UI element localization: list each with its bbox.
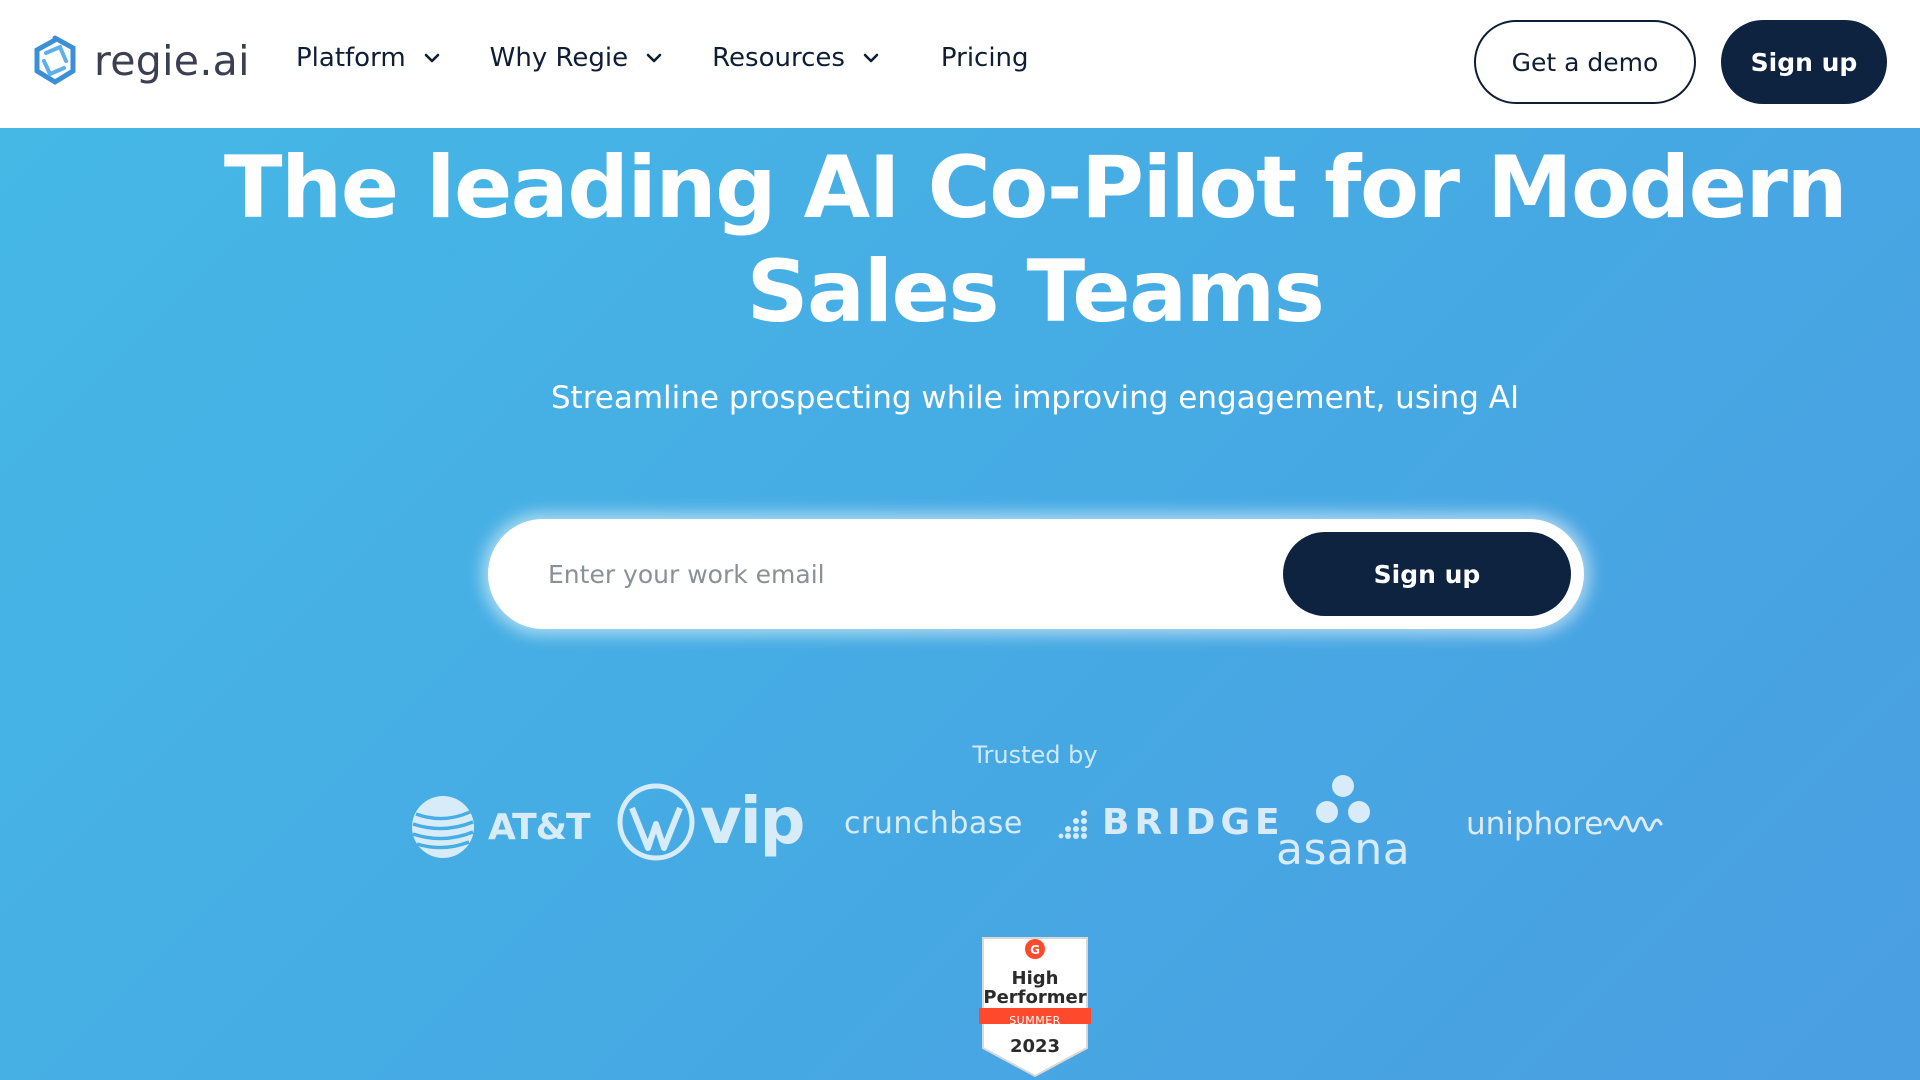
badge-line2: Performer — [983, 987, 1087, 1008]
nav-item-pricing[interactable]: Pricing — [941, 43, 1029, 73]
nav-item-label: Pricing — [940, 43, 1029, 73]
logo-uniphore: uniphore — [1466, 806, 1665, 842]
email-signup-form: Sign up — [488, 519, 1584, 629]
logo-bridge: BRIDGE — [1058, 802, 1285, 843]
nav-item-label: Platform — [296, 43, 406, 73]
logo-bridge-text: BRIDGE — [1102, 802, 1285, 843]
logo-crunchbase: crunchbase — [844, 806, 1023, 841]
customer-logos: AT&T vip crunchbase BRIDGE asana uniphor… — [0, 775, 1920, 888]
hero-headline: The leading AI Co-Pilot for Modern Sales… — [0, 136, 1920, 344]
uniphore-wave-icon — [1603, 815, 1663, 833]
chevron-down-icon — [863, 53, 879, 63]
hero-subheadline: Streamline prospecting while improving e… — [550, 380, 1520, 416]
bridge-dots-icon — [1058, 809, 1087, 839]
brand-logo[interactable]: regie.ai — [29, 33, 250, 89]
regie-logo-icon — [34, 35, 76, 85]
nav-item-label: Why Regie — [489, 43, 629, 73]
hero-headline-line1: The leading AI Co-Pilot for Modern — [223, 138, 1848, 238]
nav-item-resources[interactable]: Resources — [712, 43, 879, 73]
logo-wordpress-vip: vip — [616, 782, 805, 862]
svg-text:G: G — [1030, 943, 1040, 957]
trusted-by-label: Trusted by — [972, 741, 1098, 769]
hero-headline-line2: Sales Teams — [746, 242, 1325, 342]
hero-section: The leading AI Co-Pilot for Modern Sales… — [0, 128, 1920, 1080]
chevron-down-icon — [646, 53, 662, 63]
logo-asana: asana — [1276, 774, 1410, 875]
logo-asana-text: asana — [1276, 824, 1411, 875]
hero-signup-button[interactable]: Sign up — [1283, 532, 1571, 616]
logo-vip-text: vip — [700, 785, 805, 859]
badge-season: SUMMER — [1009, 1014, 1061, 1027]
signup-button[interactable]: Sign up — [1721, 20, 1887, 104]
g2-high-performer-badge: G High Performer SUMMER 2023 — [979, 936, 1091, 1078]
chevron-down-icon — [424, 53, 439, 63]
nav-item-why-regie[interactable]: Why Regie — [490, 43, 662, 73]
nav-item-label: Resources — [712, 43, 845, 73]
nav-item-platform[interactable]: Platform — [296, 43, 440, 73]
logo-att-text: AT&T — [488, 806, 591, 848]
badge-line1: High — [1011, 968, 1059, 989]
work-email-input[interactable] — [548, 546, 1188, 602]
asana-dots-icon — [1316, 775, 1371, 823]
top-navigation: regie.ai Platform Why Regie Resources Pr… — [0, 0, 1920, 128]
get-demo-button[interactable]: Get a demo — [1474, 20, 1696, 104]
wordpress-icon — [617, 783, 695, 861]
brand-name: regie.ai — [94, 37, 250, 85]
badge-year: 2023 — [1009, 1036, 1061, 1057]
logo-uniphore-text: uniphore — [1466, 806, 1604, 842]
att-globe-icon — [412, 796, 474, 858]
logo-att: AT&T — [410, 794, 591, 860]
main-menu: Platform Why Regie Resources Pricing — [296, 43, 1079, 73]
